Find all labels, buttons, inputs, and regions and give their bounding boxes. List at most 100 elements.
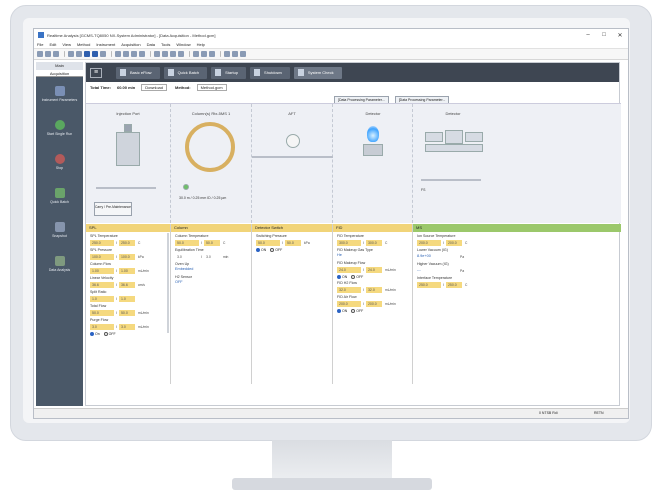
nav-item-snapshot[interactable]: Snapshot [36,213,83,247]
tool-icon[interactable] [123,51,129,57]
layout-icon[interactable] [100,51,106,57]
quick-batch-button[interactable]: Quick Batch [163,66,208,79]
fid-section: FID FID Temperature 300.0/300.0 C FID Mak… [333,224,413,384]
total-time-value: 60.00 min [116,85,136,90]
setpoint-input[interactable]: 200.0 [445,239,462,246]
layout-icon[interactable] [84,51,90,57]
menu-instrument[interactable]: Instrument [96,42,115,47]
flow-section-aft: AFT [252,104,333,223]
actual-value: 50.0 [256,239,280,246]
preview-icon[interactable] [76,51,82,57]
batch-icon [54,188,65,198]
system-check-button[interactable]: System Check [293,66,342,79]
shutdown-icon [254,69,261,76]
minimize-button[interactable]: – [580,32,596,39]
tool-icon[interactable] [193,51,199,57]
open-icon[interactable] [45,51,51,57]
nav-item-stop[interactable]: Stop [36,145,83,179]
menu-help[interactable]: Help [197,42,205,47]
actual-value: 32.0 [337,286,361,293]
detector-label: Detector [365,111,381,116]
stop-icon [54,154,65,164]
radio-on-icon[interactable] [256,248,260,252]
flow-diagram: Injection Port Carry / Pre-Maintenance C… [86,103,621,223]
menu-tools[interactable]: Tools [161,42,170,47]
fid-air-radio[interactable]: ON OFF [333,307,412,313]
higher-vacuum-field: Higher Vacuum (IG) --- Pa [417,262,465,273]
nav-item-start-single-run[interactable]: Start Single Run [36,111,83,145]
tool-icon[interactable] [240,51,246,57]
tool-icon[interactable] [178,51,184,57]
tool-icon[interactable] [170,51,176,57]
tool-icon[interactable] [201,51,207,57]
print-icon[interactable] [68,51,74,57]
purge-flow-field: Purge Flow 3.0/3.0 mL/min [90,318,149,330]
menu-icon[interactable]: ≡ [90,67,102,78]
download-button[interactable]: Download [141,84,167,91]
setpoint-input[interactable]: 200.0 [365,300,382,307]
tool-icon[interactable] [209,51,215,57]
setpoint-input[interactable]: 24.0 [365,266,382,273]
layout-icon[interactable] [92,51,98,57]
menu-edit[interactable]: Edit [49,42,56,47]
ion-source-temperature-field: Ion Source Temperature 200.0/200.0 C [417,234,468,246]
menu-file[interactable]: File [37,42,43,47]
nav-item-instrument-parameters[interactable]: Instrument Parameters [36,77,83,111]
maximize-button[interactable]: □ [596,32,612,39]
setpoint-input[interactable]: 50.0 [203,239,220,246]
flow-bar: ≡ Basic eFlow Quick Batch Startup Shutdo… [86,63,619,82]
column-header: Column [171,224,251,232]
nav-item-data-analysis[interactable]: Data Analysis [36,247,83,281]
injection-port-label: Injection Port [116,111,140,116]
menu-method[interactable]: Method [77,42,90,47]
nav-subheader[interactable]: Acquisition [36,70,83,77]
setpoint-input[interactable]: 1.00 [118,267,135,274]
tool-icon[interactable] [232,51,238,57]
setpoint-input[interactable]: 50.0 [118,309,135,316]
analysis-icon [54,256,65,266]
nav-item-quick-batch[interactable]: Quick Batch [36,179,83,213]
setpoint-input[interactable]: 36.6 [118,281,135,288]
tool-icon[interactable] [139,51,145,57]
actual-value: 50.0 [175,239,199,246]
setpoint-input[interactable]: 1.0 [118,295,135,302]
spl-on-off-radio[interactable]: On OFF [86,330,170,336]
setpoint-input[interactable]: 32.0 [365,286,382,293]
setpoint-input[interactable]: 3.0 [118,323,135,330]
setpoint-input[interactable]: 250.0 [445,281,462,288]
radio-off-icon[interactable] [351,309,356,313]
menu-window[interactable]: Window [176,42,190,47]
toolbar-separator [220,51,221,57]
switch-on-off-radio[interactable]: ON OFF [252,246,332,252]
radio-off-icon[interactable] [103,332,108,336]
tool-icon[interactable] [162,51,168,57]
save-icon[interactable] [53,51,59,57]
close-button[interactable]: ✕ [612,32,628,39]
menu-data[interactable]: Data [147,42,155,47]
spl-pressure-field: SPL Pressure 100.0/100.0 kPa [90,248,144,260]
setpoint-input[interactable]: 3.0 [204,254,220,260]
radio-on-icon[interactable] [90,332,94,336]
startup-button[interactable]: Startup [211,66,247,79]
radio-on-icon[interactable] [337,275,341,279]
menu-view[interactable]: View [62,42,71,47]
setpoint-input[interactable]: 250.0 [118,239,135,246]
basic-eflow-button[interactable]: Basic eFlow [116,66,160,79]
tool-icon[interactable] [154,51,160,57]
batch-icon [167,69,174,76]
tool-icon[interactable] [131,51,137,57]
radio-off-icon[interactable] [270,248,275,252]
radio-on-icon[interactable] [337,309,341,313]
injector-cap-icon [124,124,132,132]
carry-pre-maintenance-button[interactable]: Carry / Pre-Maintenance [94,202,132,216]
setpoint-input[interactable]: 300.0 [365,239,382,246]
shutdown-button[interactable]: Shutdown [250,66,290,79]
tool-icon[interactable] [224,51,230,57]
menu-acquisition[interactable]: Acquisition [121,42,140,47]
ms-block-icon [445,130,463,144]
setpoint-input[interactable]: 100.0 [118,253,135,260]
setpoint-input[interactable]: 50.0 [284,239,301,246]
tool-icon[interactable] [115,51,121,57]
new-icon[interactable] [37,51,43,57]
spl-scrollbar[interactable] [167,233,169,333]
